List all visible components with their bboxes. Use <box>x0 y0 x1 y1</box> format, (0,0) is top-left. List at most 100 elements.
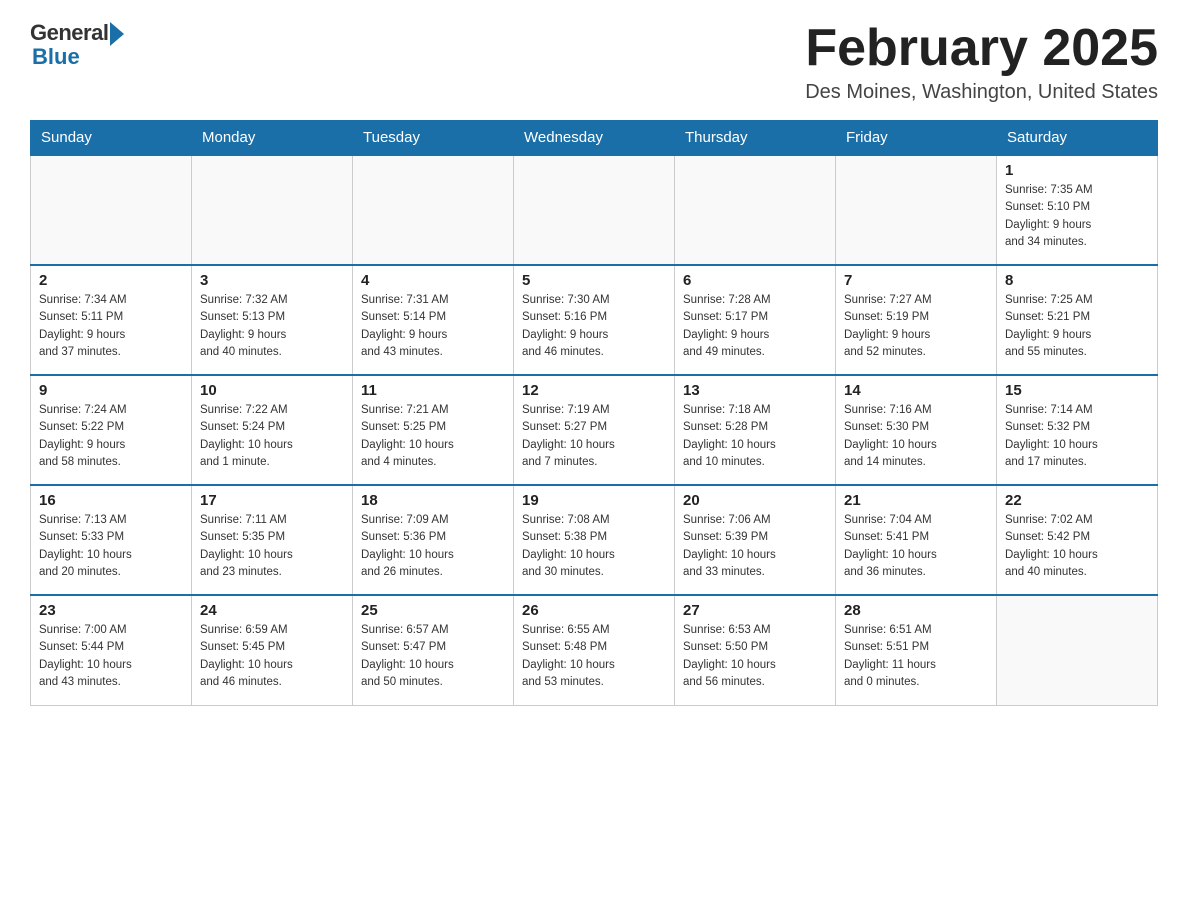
day-number: 1 <box>1005 162 1149 179</box>
calendar-week-row: 23 Sunrise: 7:00 AM Sunset: 5:44 PM Dayli… <box>31 595 1158 705</box>
day-info: Sunrise: 7:04 AM Sunset: 5:41 PM Dayligh… <box>844 512 988 581</box>
calendar-cell: 27 Sunrise: 6:53 AM Sunset: 5:50 PM Dayli… <box>675 595 836 705</box>
calendar-cell <box>31 155 192 265</box>
calendar-cell: 6 Sunrise: 7:28 AM Sunset: 5:17 PM Daylig… <box>675 265 836 375</box>
day-number: 10 <box>200 382 344 399</box>
day-number: 11 <box>361 382 505 399</box>
calendar-cell: 24 Sunrise: 6:59 AM Sunset: 5:45 PM Dayli… <box>192 595 353 705</box>
day-info: Sunrise: 6:59 AM Sunset: 5:45 PM Dayligh… <box>200 622 344 691</box>
day-number: 26 <box>522 602 666 619</box>
calendar-cell: 13Sunrise: 7:18 AM Sunset: 5:28 PM Dayli… <box>675 375 836 485</box>
calendar-cell <box>514 155 675 265</box>
calendar-cell: 28 Sunrise: 6:51 AM Sunset: 5:51 PM Dayli… <box>836 595 997 705</box>
day-of-week-header: Friday <box>836 121 997 156</box>
logo-blue-text: Blue <box>32 44 80 70</box>
calendar-table: SundayMondayTuesdayWednesdayThursdayFrid… <box>30 120 1158 706</box>
calendar-cell <box>675 155 836 265</box>
day-info: Sunrise: 7:08 AM Sunset: 5:38 PM Dayligh… <box>522 512 666 581</box>
day-number: 16 <box>39 492 183 509</box>
day-info: Sunrise: 7:28 AM Sunset: 5:17 PM Dayligh… <box>683 292 827 361</box>
page-header: General Blue February 2025 Des Moines, W… <box>30 20 1158 104</box>
logo-arrow-icon <box>110 22 124 46</box>
day-number: 27 <box>683 602 827 619</box>
day-info: Sunrise: 6:53 AM Sunset: 5:50 PM Dayligh… <box>683 622 827 691</box>
day-info: Sunrise: 7:21 AM Sunset: 5:25 PM Dayligh… <box>361 402 505 471</box>
calendar-cell: 17Sunrise: 7:11 AM Sunset: 5:35 PM Dayli… <box>192 485 353 595</box>
day-number: 14 <box>844 382 988 399</box>
day-info: Sunrise: 7:22 AM Sunset: 5:24 PM Dayligh… <box>200 402 344 471</box>
calendar-cell: 25Sunrise: 6:57 AM Sunset: 5:47 PM Dayli… <box>353 595 514 705</box>
day-number: 7 <box>844 272 988 289</box>
calendar-cell: 3 Sunrise: 7:32 AM Sunset: 5:13 PM Daylig… <box>192 265 353 375</box>
calendar-cell: 9 Sunrise: 7:24 AM Sunset: 5:22 PM Daylig… <box>31 375 192 485</box>
calendar-week-row: 1 Sunrise: 7:35 AM Sunset: 5:10 PM Daylig… <box>31 155 1158 265</box>
day-info: Sunrise: 7:27 AM Sunset: 5:19 PM Dayligh… <box>844 292 988 361</box>
day-info: Sunrise: 6:57 AM Sunset: 5:47 PM Dayligh… <box>361 622 505 691</box>
calendar-cell: 21 Sunrise: 7:04 AM Sunset: 5:41 PM Dayli… <box>836 485 997 595</box>
day-number: 18 <box>361 492 505 509</box>
calendar-cell: 2Sunrise: 7:34 AM Sunset: 5:11 PM Daylig… <box>31 265 192 375</box>
day-number: 23 <box>39 602 183 619</box>
day-number: 9 <box>39 382 183 399</box>
day-number: 6 <box>683 272 827 289</box>
day-info: Sunrise: 7:34 AM Sunset: 5:11 PM Dayligh… <box>39 292 183 361</box>
calendar-week-row: 2Sunrise: 7:34 AM Sunset: 5:11 PM Daylig… <box>31 265 1158 375</box>
day-info: Sunrise: 7:25 AM Sunset: 5:21 PM Dayligh… <box>1005 292 1149 361</box>
day-info: Sunrise: 7:06 AM Sunset: 5:39 PM Dayligh… <box>683 512 827 581</box>
day-of-week-header: Saturday <box>997 121 1158 156</box>
calendar-cell: 26 Sunrise: 6:55 AM Sunset: 5:48 PM Dayli… <box>514 595 675 705</box>
calendar-cell: 1 Sunrise: 7:35 AM Sunset: 5:10 PM Daylig… <box>997 155 1158 265</box>
day-number: 19 <box>522 492 666 509</box>
day-number: 24 <box>200 602 344 619</box>
day-info: Sunrise: 7:32 AM Sunset: 5:13 PM Dayligh… <box>200 292 344 361</box>
calendar-week-row: 9 Sunrise: 7:24 AM Sunset: 5:22 PM Daylig… <box>31 375 1158 485</box>
day-number: 17 <box>200 492 344 509</box>
day-info: Sunrise: 7:35 AM Sunset: 5:10 PM Dayligh… <box>1005 182 1149 251</box>
title-block: February 2025 Des Moines, Washington, Un… <box>805 20 1158 104</box>
day-info: Sunrise: 6:55 AM Sunset: 5:48 PM Dayligh… <box>522 622 666 691</box>
calendar-cell <box>997 595 1158 705</box>
day-number: 13 <box>683 382 827 399</box>
day-number: 15 <box>1005 382 1149 399</box>
day-number: 5 <box>522 272 666 289</box>
day-of-week-header: Thursday <box>675 121 836 156</box>
day-of-week-header: Monday <box>192 121 353 156</box>
day-info: Sunrise: 7:16 AM Sunset: 5:30 PM Dayligh… <box>844 402 988 471</box>
calendar-cell: 5 Sunrise: 7:30 AM Sunset: 5:16 PM Daylig… <box>514 265 675 375</box>
calendar-subtitle: Des Moines, Washington, United States <box>805 81 1158 104</box>
day-info: Sunrise: 7:00 AM Sunset: 5:44 PM Dayligh… <box>39 622 183 691</box>
logo: General Blue <box>30 20 124 70</box>
calendar-header-row: SundayMondayTuesdayWednesdayThursdayFrid… <box>31 121 1158 156</box>
day-info: Sunrise: 7:13 AM Sunset: 5:33 PM Dayligh… <box>39 512 183 581</box>
day-number: 8 <box>1005 272 1149 289</box>
calendar-cell: 18Sunrise: 7:09 AM Sunset: 5:36 PM Dayli… <box>353 485 514 595</box>
calendar-cell: 23 Sunrise: 7:00 AM Sunset: 5:44 PM Dayli… <box>31 595 192 705</box>
day-number: 28 <box>844 602 988 619</box>
day-number: 3 <box>200 272 344 289</box>
day-number: 4 <box>361 272 505 289</box>
calendar-cell <box>192 155 353 265</box>
calendar-week-row: 16 Sunrise: 7:13 AM Sunset: 5:33 PM Dayli… <box>31 485 1158 595</box>
calendar-cell: 19 Sunrise: 7:08 AM Sunset: 5:38 PM Dayli… <box>514 485 675 595</box>
calendar-cell: 22Sunrise: 7:02 AM Sunset: 5:42 PM Dayli… <box>997 485 1158 595</box>
day-of-week-header: Wednesday <box>514 121 675 156</box>
calendar-cell <box>836 155 997 265</box>
day-info: Sunrise: 6:51 AM Sunset: 5:51 PM Dayligh… <box>844 622 988 691</box>
calendar-cell: 15 Sunrise: 7:14 AM Sunset: 5:32 PM Dayli… <box>997 375 1158 485</box>
day-of-week-header: Sunday <box>31 121 192 156</box>
calendar-cell: 16 Sunrise: 7:13 AM Sunset: 5:33 PM Dayli… <box>31 485 192 595</box>
calendar-cell: 14 Sunrise: 7:16 AM Sunset: 5:30 PM Dayli… <box>836 375 997 485</box>
day-number: 22 <box>1005 492 1149 509</box>
day-info: Sunrise: 7:24 AM Sunset: 5:22 PM Dayligh… <box>39 402 183 471</box>
calendar-cell: 20 Sunrise: 7:06 AM Sunset: 5:39 PM Dayli… <box>675 485 836 595</box>
calendar-cell: 10 Sunrise: 7:22 AM Sunset: 5:24 PM Dayli… <box>192 375 353 485</box>
day-info: Sunrise: 7:30 AM Sunset: 5:16 PM Dayligh… <box>522 292 666 361</box>
day-info: Sunrise: 7:19 AM Sunset: 5:27 PM Dayligh… <box>522 402 666 471</box>
day-number: 20 <box>683 492 827 509</box>
day-info: Sunrise: 7:31 AM Sunset: 5:14 PM Dayligh… <box>361 292 505 361</box>
calendar-cell: 12Sunrise: 7:19 AM Sunset: 5:27 PM Dayli… <box>514 375 675 485</box>
day-info: Sunrise: 7:14 AM Sunset: 5:32 PM Dayligh… <box>1005 402 1149 471</box>
calendar-cell: 8 Sunrise: 7:25 AM Sunset: 5:21 PM Daylig… <box>997 265 1158 375</box>
calendar-cell <box>353 155 514 265</box>
day-number: 21 <box>844 492 988 509</box>
